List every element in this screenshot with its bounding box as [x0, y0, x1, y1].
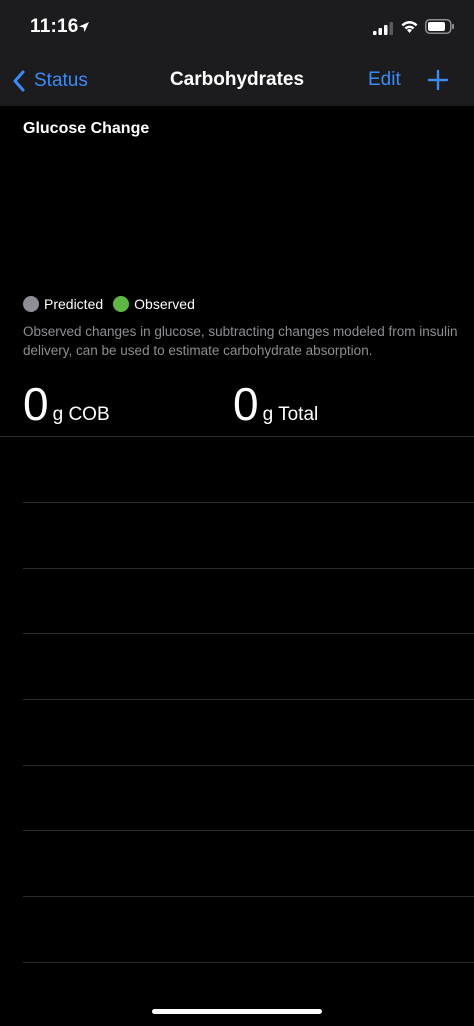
cob-stat: 0 g COB: [23, 376, 110, 432]
chart-legend: Predicted Observed: [23, 296, 205, 312]
total-unit: g Total: [262, 404, 319, 425]
legend-dot-predicted: [23, 296, 39, 312]
plus-icon[interactable]: [427, 69, 449, 91]
status-time: 11:16: [30, 16, 79, 37]
legend-label-observed: Observed: [134, 296, 195, 312]
legend-label-predicted: Predicted: [44, 296, 104, 312]
cob-value: 0: [23, 378, 49, 430]
list-row-separator: [23, 896, 474, 897]
chevron-left-icon: [13, 70, 25, 92]
back-button-label: Status: [34, 70, 88, 91]
cob-unit: g COB: [52, 404, 110, 425]
chart-title: Glucose Change: [23, 120, 150, 137]
legend-item-observed: Observed: [113, 296, 195, 312]
list-row-separator: [23, 568, 474, 569]
list-row-separator: [23, 830, 474, 831]
total-stat: 0 g Total: [233, 376, 318, 432]
list-row-separator: [23, 765, 474, 766]
back-button[interactable]: Status: [12, 65, 88, 97]
list-row-separator: [23, 633, 474, 634]
list-row-separator: [23, 502, 474, 503]
glucose-change-chart-area: [23, 148, 451, 288]
status-bar: 11:16: [0, 0, 474, 56]
home-indicator[interactable]: [152, 1009, 322, 1014]
edit-button[interactable]: Edit: [368, 69, 401, 91]
chart-description: Observed changes in glucose, subtracting…: [23, 324, 458, 358]
legend-dot-observed: [113, 296, 130, 312]
total-value: 0: [233, 378, 259, 430]
location-arrow-icon: [79, 22, 89, 32]
list-row-separator: [23, 962, 474, 963]
battery-icon: [425, 19, 454, 34]
carb-entries-list[interactable]: [0, 436, 474, 1026]
legend-item-predicted: Predicted: [23, 296, 103, 312]
cellular-signal-icon: [373, 22, 393, 35]
navigation-bar: Status Carbohydrates Edit: [0, 56, 474, 106]
wifi-icon: [401, 21, 418, 33]
list-row-separator: [23, 699, 474, 700]
glucose-change-chart-section: Glucose Change Predicted Observed Observ…: [0, 106, 474, 436]
